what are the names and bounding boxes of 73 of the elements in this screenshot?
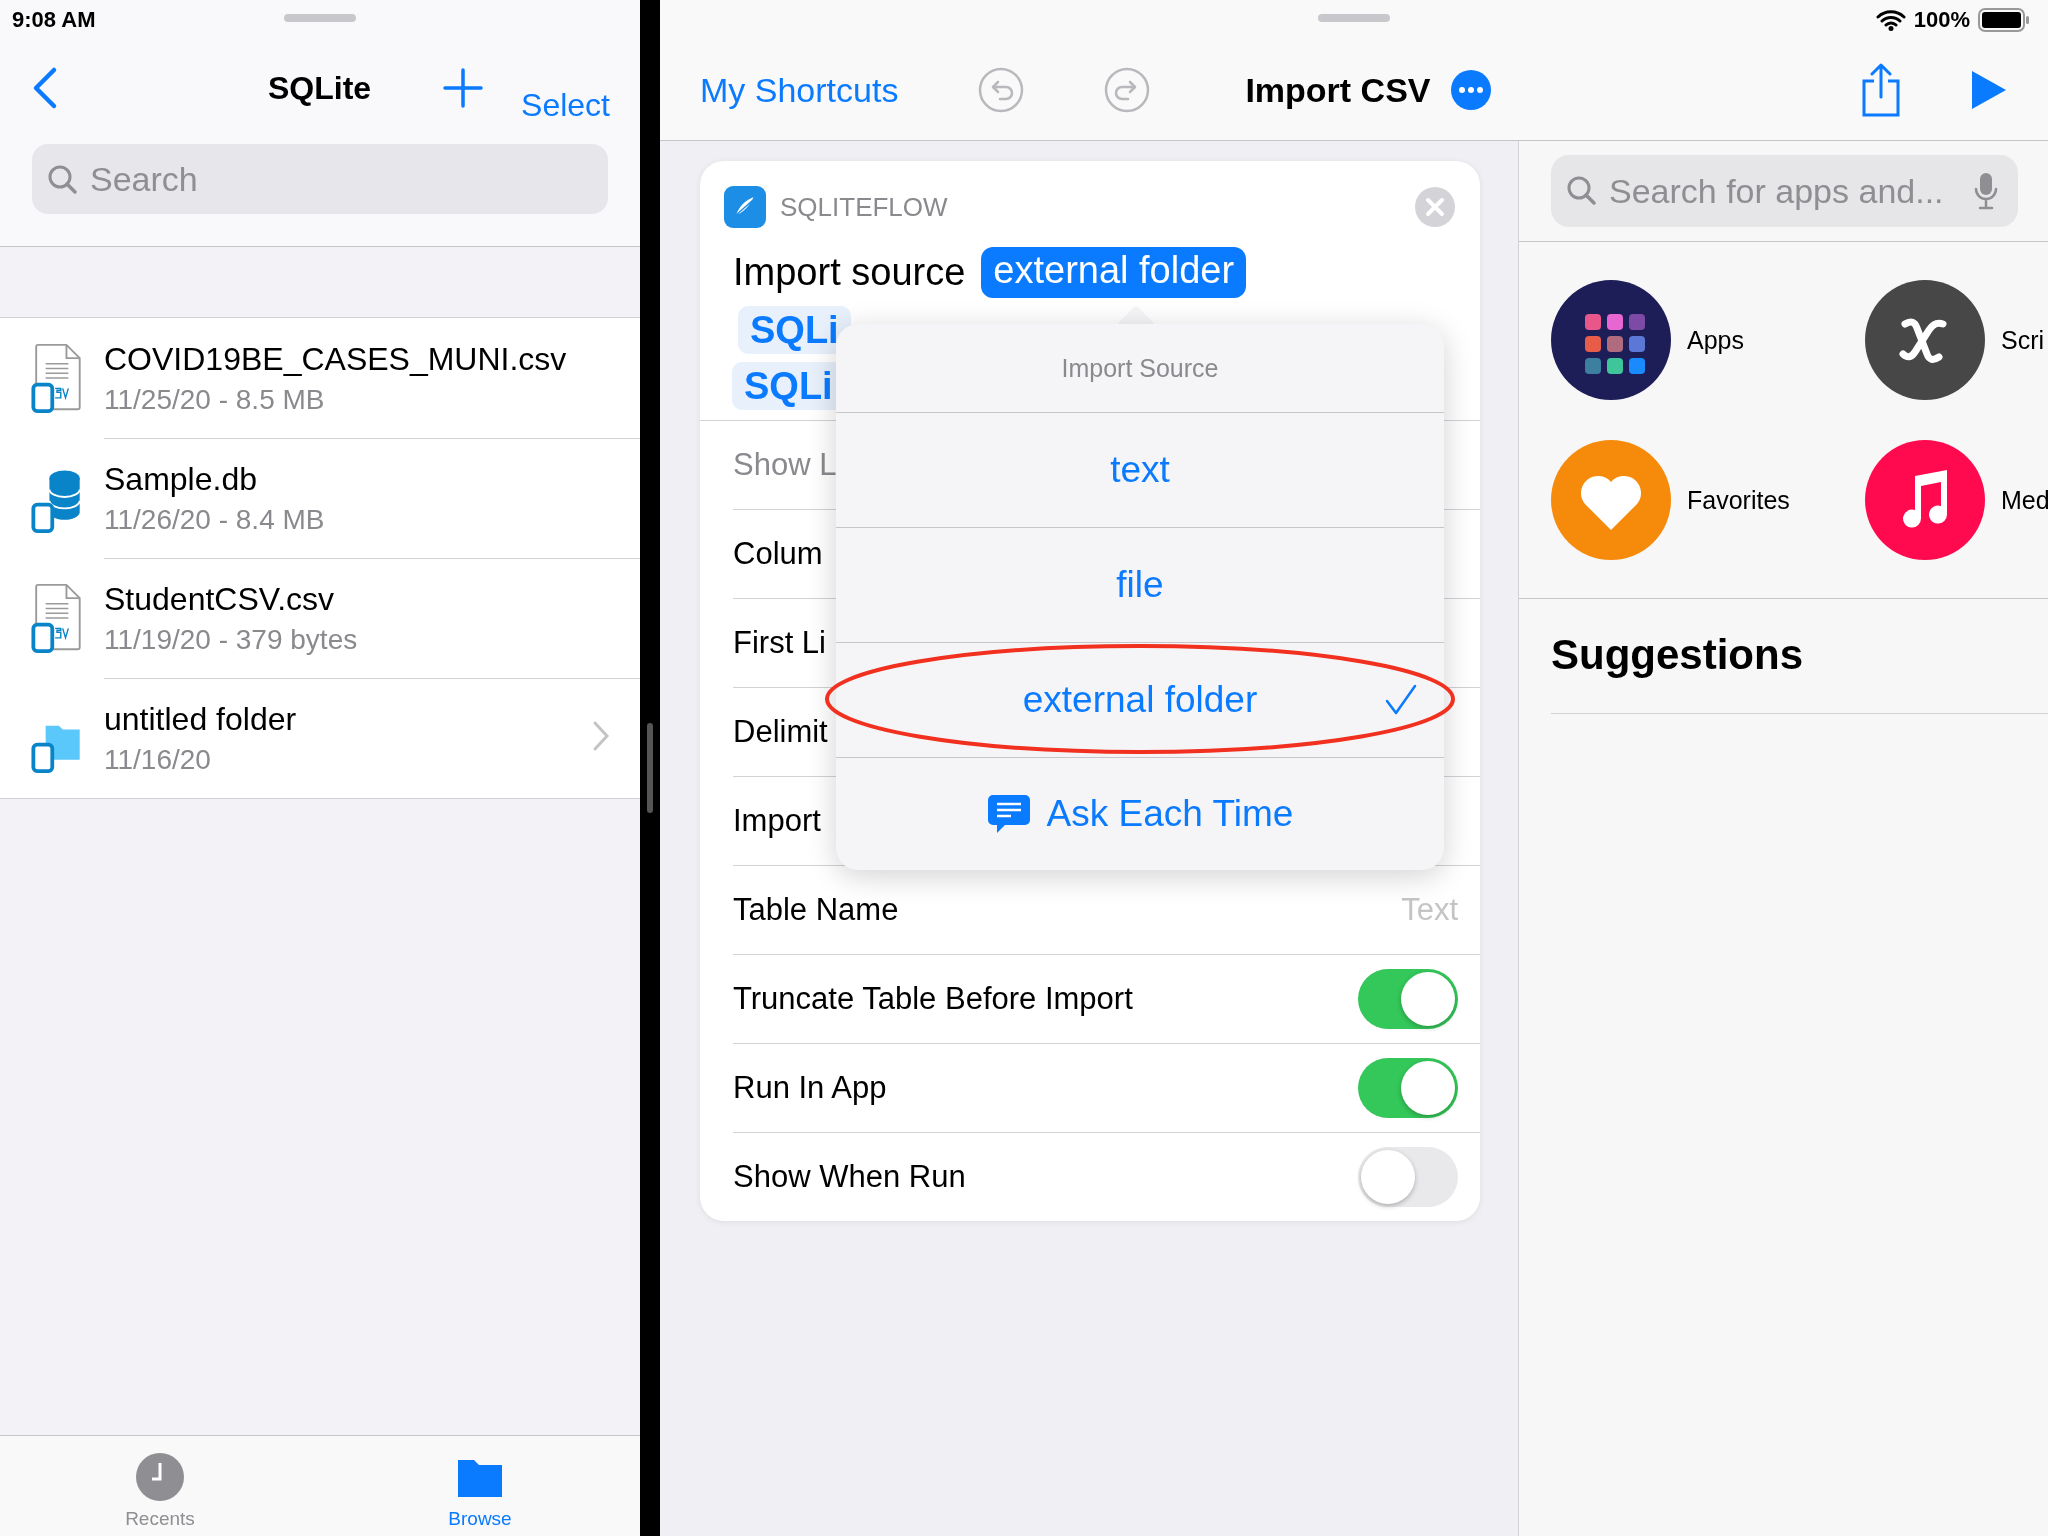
split-view-divider-handle[interactable] — [647, 723, 653, 813]
file-name: Sample.db — [104, 461, 257, 498]
toggle-switch[interactable] — [1358, 1147, 1458, 1207]
parameter-label: Import — [733, 803, 821, 839]
category-button[interactable]: Apps — [1551, 280, 1865, 400]
file-details: 11/16/20 — [104, 744, 211, 776]
chevron-right-icon — [592, 720, 610, 752]
parameter-token[interactable]: external folder — [981, 247, 1247, 298]
menu-option[interactable]: text — [836, 413, 1444, 528]
parameter-label: Table Name — [733, 892, 899, 928]
category-button[interactable]: Favorites — [1551, 440, 1865, 560]
tab-button[interactable]: Recents — [0, 1436, 320, 1536]
more-icon[interactable] — [1450, 70, 1491, 110]
parameter-label: Truncate Table Before Import — [733, 981, 1133, 1017]
parameter-label: Colum — [733, 536, 823, 572]
section-heading: Suggestions — [1551, 631, 2048, 714]
select-button[interactable]: Select — [521, 86, 610, 124]
app-name: SQLITEFLOW — [780, 191, 948, 223]
shortcut-title: Import CSV — [1245, 70, 1431, 110]
back-link[interactable]: My Shortcuts — [700, 70, 899, 110]
battery-icon — [1978, 8, 2030, 32]
tab-button[interactable]: Browse — [320, 1436, 640, 1536]
drag-handle[interactable] — [1318, 14, 1390, 22]
parameter-label: First Li — [733, 625, 826, 661]
parameter-label: Show When Run — [733, 1159, 966, 1195]
menu-option[interactable]: file — [836, 528, 1444, 643]
file-row[interactable]: untitled folder 11/16/20 — [0, 678, 640, 798]
parameter-label: Import source — [733, 251, 966, 294]
parameter-label: Delimit — [733, 714, 828, 750]
document-icon — [30, 343, 84, 413]
app-icon — [724, 186, 766, 228]
menu-option[interactable]: external folder — [836, 643, 1444, 758]
parameter-label: Run In App — [733, 1070, 887, 1106]
file-name: StudentCSV.csv — [104, 581, 335, 618]
file-details: 11/26/20 - 8.4 MB — [104, 504, 325, 536]
parameter-label: Show L — [733, 447, 837, 483]
wifi-icon — [1875, 9, 1906, 31]
microphone-icon[interactable] — [1972, 171, 2000, 211]
status-time: 9:08 AM — [11, 7, 96, 33]
drag-handle[interactable] — [284, 14, 356, 22]
music-note-icon — [1865, 440, 1985, 560]
apps-grid-icon — [1551, 280, 1671, 400]
clock-icon — [135, 1452, 185, 1502]
checkmark-icon — [1384, 683, 1418, 717]
option-label: Ask Each Time — [1046, 793, 1294, 835]
variable-token[interactable]: SQLi — [738, 306, 851, 354]
ask-each-time-option[interactable]: Ask Each Time — [836, 758, 1444, 870]
variable-x-icon — [1865, 280, 1985, 400]
undo-icon[interactable] — [978, 67, 1025, 113]
file-name: untitled folder — [104, 701, 297, 738]
document-icon — [30, 583, 84, 653]
search-icon — [1565, 174, 1597, 206]
share-icon[interactable] — [1860, 63, 1902, 117]
folder-title: SQLite — [268, 70, 372, 107]
plus-icon[interactable] — [443, 68, 484, 108]
file-details: 11/19/20 - 379 bytes — [104, 624, 358, 656]
close-icon[interactable] — [1414, 186, 1456, 228]
speech-bubble-icon — [986, 793, 1031, 835]
popover-title: Import Source — [836, 324, 1444, 413]
category-button[interactable]: Med — [1865, 440, 2048, 560]
category-button[interactable]: Scri — [1865, 280, 2048, 400]
toggle-switch[interactable] — [1358, 1058, 1458, 1118]
toggle-switch[interactable] — [1358, 969, 1458, 1029]
redo-icon[interactable] — [1104, 67, 1151, 113]
file-row[interactable]: StudentCSV.csv 11/19/20 - 379 bytes — [0, 558, 640, 678]
file-name: COVID19BE_CASES_MUNI.csv — [104, 340, 567, 378]
search-field[interactable]: Search for apps and... — [1551, 155, 2018, 227]
file-row[interactable]: Sample.db 11/26/20 - 8.4 MB — [0, 438, 640, 558]
file-details: 11/25/20 - 8.5 MB — [104, 383, 325, 416]
file-row[interactable]: COVID19BE_CASES_MUNI.csv 11/25/20 - 8.5 MB — [0, 318, 640, 438]
search-field[interactable]: Search — [32, 144, 608, 214]
search-icon — [46, 163, 78, 195]
battery-percentage: 100% — [1913, 7, 1970, 33]
